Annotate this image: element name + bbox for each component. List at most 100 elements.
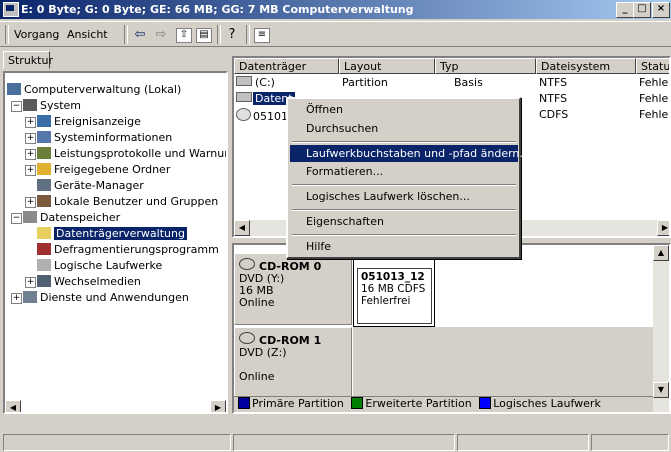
menu-separator bbox=[292, 141, 516, 143]
logical-drive-icon bbox=[37, 259, 51, 271]
scroll-left-icon[interactable]: ◀ bbox=[234, 220, 250, 236]
column-header-layout[interactable]: Layout bbox=[339, 58, 435, 74]
tree-item-lokale-benutzer[interactable]: Lokale Benutzer und Gruppen bbox=[37, 195, 218, 209]
menu-separator bbox=[292, 209, 516, 211]
expand-icon[interactable]: + bbox=[25, 197, 36, 208]
expand-icon[interactable]: + bbox=[25, 165, 36, 176]
back-arrow-icon[interactable]: ⇦ bbox=[130, 25, 150, 44]
tree-view: Computerverwaltung (Lokal) − System + Er… bbox=[3, 71, 228, 414]
tree-label: Leistungsprotokolle und Warnung bbox=[54, 147, 228, 160]
cell-name: (C:) bbox=[255, 76, 275, 89]
menu-item-eigenschaften[interactable]: Eigenschaften bbox=[290, 213, 518, 230]
disk-type: DVD (Z:) bbox=[239, 346, 287, 359]
defrag-icon bbox=[37, 243, 51, 255]
collapse-icon[interactable]: − bbox=[11, 101, 22, 112]
cell-status: Fehlerfr bbox=[639, 108, 669, 121]
cd-drive-icon bbox=[239, 332, 255, 344]
tree-item-datentraegerverwaltung[interactable]: Datenträgerverwaltung bbox=[37, 227, 187, 241]
legend: Primäre Partition Erweiterte Partition L… bbox=[234, 396, 654, 412]
minimize-button[interactable]: _ bbox=[616, 2, 634, 18]
menu-toolbar: Vorgang Ansicht ⇦ ⇨ ⇧ ▤ ? ≡ bbox=[0, 21, 671, 47]
event-viewer-icon bbox=[37, 115, 51, 127]
cell-name: 05101 bbox=[253, 110, 288, 121]
cd-drive-icon bbox=[239, 258, 255, 270]
forward-arrow-icon[interactable]: ⇨ bbox=[151, 25, 171, 44]
tree-item-logische-laufwerke[interactable]: Logische Laufwerke bbox=[37, 259, 162, 273]
expand-icon[interactable]: + bbox=[25, 117, 36, 128]
tree-label: Wechselmedien bbox=[54, 275, 141, 288]
status-panel bbox=[3, 434, 231, 451]
column-header-status[interactable]: Status bbox=[636, 58, 669, 74]
menu-separator bbox=[292, 184, 516, 186]
disk-label-cdrom1[interactable]: CD-ROM 1 DVD (Z:) Online bbox=[234, 327, 352, 397]
tree-item-systeminformationen[interactable]: Systeminformationen bbox=[37, 131, 172, 145]
tree-label: Ereignisanzeige bbox=[54, 115, 141, 128]
tree-item-geraete-manager[interactable]: Geräte-Manager bbox=[37, 179, 144, 193]
expand-icon[interactable]: + bbox=[25, 277, 36, 288]
drive-icon bbox=[236, 92, 252, 102]
tree-label: System bbox=[40, 99, 82, 112]
tree-item-datenspeicher[interactable]: Datenspeicher bbox=[23, 211, 120, 225]
column-header-datentraeger[interactable]: Datenträger bbox=[234, 58, 339, 74]
status-panel bbox=[457, 434, 589, 451]
column-header-typ[interactable]: Typ bbox=[435, 58, 536, 74]
close-button[interactable]: × bbox=[652, 2, 670, 18]
tab-struktur[interactable]: Struktur bbox=[3, 51, 53, 69]
scroll-right-icon[interactable]: ▶ bbox=[657, 220, 669, 236]
menu-ansicht[interactable]: Ansicht bbox=[67, 28, 108, 41]
volume-status: Fehlerfrei bbox=[361, 295, 411, 307]
menu-item-oeffnen[interactable]: Öffnen bbox=[290, 101, 518, 118]
legend-label: Erweiterte Partition bbox=[365, 397, 472, 410]
show-hide-tree-icon[interactable]: ▤ bbox=[196, 28, 212, 43]
users-icon bbox=[37, 195, 51, 207]
disk-label-cdrom0[interactable]: CD-ROM 0 DVD (Y:) 16 MB Online bbox=[234, 253, 352, 325]
menu-item-laufwerk-loeschen[interactable]: Logisches Laufwerk löschen... bbox=[290, 188, 518, 205]
collapse-icon[interactable]: − bbox=[11, 213, 22, 224]
menu-item-formatieren[interactable]: Formatieren... bbox=[290, 163, 518, 180]
tree-item-system[interactable]: System bbox=[23, 99, 81, 113]
cell-status: Fehlerfr bbox=[639, 92, 669, 105]
up-folder-icon[interactable]: ⇧ bbox=[176, 28, 192, 43]
expand-icon[interactable]: + bbox=[25, 149, 36, 160]
tree-label: Datenträgerverwaltung bbox=[54, 227, 187, 240]
tree-label: Logische Laufwerke bbox=[54, 259, 163, 272]
menu-item-hilfe[interactable]: Hilfe bbox=[290, 238, 518, 255]
cell-typ: Basis bbox=[454, 76, 483, 89]
vertical-scrollbar[interactable]: ▲ ▼ bbox=[653, 245, 669, 412]
menu-item-durchsuchen[interactable]: Durchsuchen bbox=[290, 120, 518, 137]
system-info-icon bbox=[37, 131, 51, 143]
scroll-left-icon[interactable]: ◀ bbox=[5, 400, 21, 412]
tree-item-leistungsprotokolle[interactable]: Leistungsprotokolle und Warnung bbox=[37, 147, 228, 161]
menu-item-laufwerkbuchstaben-aendern[interactable]: Laufwerkbuchstaben und -pfad ändern... bbox=[290, 145, 530, 162]
services-icon bbox=[23, 291, 37, 303]
properties-icon[interactable]: ≡ bbox=[254, 28, 270, 43]
menu-separator bbox=[292, 234, 516, 236]
scroll-down-icon[interactable]: ▼ bbox=[653, 382, 669, 398]
shared-folder-icon bbox=[37, 163, 51, 175]
help-icon[interactable]: ? bbox=[222, 25, 242, 44]
computer-icon bbox=[7, 83, 21, 95]
legend-label: Primäre Partition bbox=[252, 397, 344, 410]
tree-item-wechselmedien[interactable]: Wechselmedien bbox=[37, 275, 141, 289]
maximize-button[interactable]: □ bbox=[633, 2, 651, 18]
volume-cdrom0[interactable]: 051013_12 16 MB CDFS Fehlerfrei bbox=[353, 253, 435, 327]
table-row[interactable]: (C:) bbox=[236, 76, 336, 89]
tools-icon bbox=[23, 99, 37, 111]
tree-item-root[interactable]: Computerverwaltung (Lokal) bbox=[7, 83, 181, 97]
expand-icon[interactable]: + bbox=[25, 133, 36, 144]
tree-label: Dienste und Anwendungen bbox=[40, 291, 189, 304]
scroll-up-icon[interactable]: ▲ bbox=[653, 245, 669, 261]
cell-layout: Partition bbox=[342, 76, 388, 89]
menu-vorgang[interactable]: Vorgang bbox=[14, 28, 59, 41]
tree-item-dienste[interactable]: Dienste und Anwendungen bbox=[23, 291, 189, 305]
tree-item-ereignisanzeige[interactable]: Ereignisanzeige bbox=[37, 115, 141, 129]
tree-item-defragmentierung[interactable]: Defragmentierungsprogramm bbox=[37, 243, 219, 257]
toolbar-separator bbox=[124, 25, 128, 44]
scroll-right-icon[interactable]: ▶ bbox=[210, 400, 226, 412]
volume-name: 051013_12 bbox=[361, 271, 425, 283]
column-header-dateisystem[interactable]: Dateisystem bbox=[536, 58, 636, 74]
cell-fs: NTFS bbox=[539, 76, 568, 89]
tree-label: Systeminformationen bbox=[54, 131, 173, 144]
expand-icon[interactable]: + bbox=[11, 293, 22, 304]
tree-item-freigegebene-ordner[interactable]: Freigegebene Ordner bbox=[37, 163, 170, 177]
